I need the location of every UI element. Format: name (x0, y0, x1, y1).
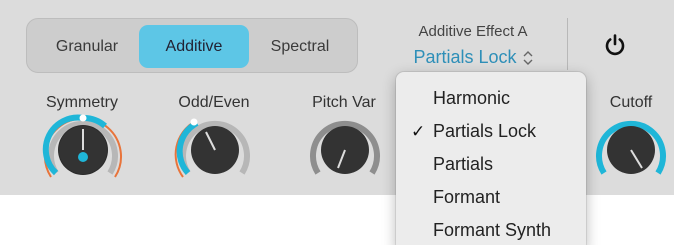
synth-mode-selector: Granular Additive Spectral (26, 18, 358, 73)
menu-item-label: Partials (433, 154, 494, 174)
pitch-var-knob[interactable] (300, 110, 390, 190)
updown-chevron-icon (523, 50, 533, 65)
menu-item-formant[interactable]: Formant (396, 181, 586, 214)
menu-item-formant-synth[interactable]: Formant Synth (396, 214, 586, 245)
menu-item-partials-lock[interactable]: ✓ Partials Lock (396, 115, 586, 148)
symmetry-knob[interactable] (38, 110, 128, 190)
mode-additive-button[interactable]: Additive (139, 25, 249, 68)
checkmark-icon: ✓ (411, 122, 426, 141)
menu-item-label: Formant (433, 187, 501, 207)
power-icon[interactable] (603, 33, 627, 57)
effect-value-label: Partials Lock (413, 47, 517, 67)
effect-title: Additive Effect A (418, 23, 528, 40)
effect-popup-button[interactable]: Partials Lock (393, 47, 553, 68)
odd-even-knob[interactable] (170, 110, 260, 190)
menu-item-harmonic[interactable]: Harmonic (396, 82, 586, 115)
effect-dropdown-menu: Harmonic ✓ Partials Lock Partials Forman… (396, 72, 586, 245)
header-divider (567, 18, 568, 70)
mode-spectral-button[interactable]: Spectral (249, 25, 351, 68)
menu-item-label: Formant Synth (433, 220, 552, 240)
mode-granular-button[interactable]: Granular (35, 25, 139, 68)
menu-item-label: Partials Lock (433, 121, 537, 141)
menu-item-label: Harmonic (433, 88, 511, 108)
menu-item-partials[interactable]: Partials (396, 148, 586, 181)
cutoff-knob[interactable] (586, 110, 674, 190)
